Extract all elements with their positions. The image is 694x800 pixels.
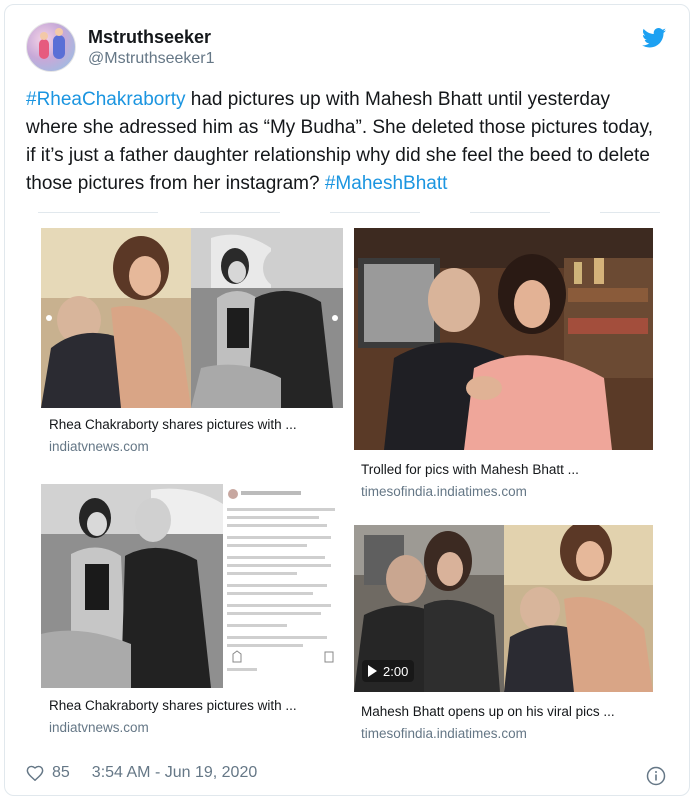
divider	[330, 212, 420, 213]
video-duration: 2:00	[383, 663, 409, 679]
media-card-4[interactable]: 2:00	[354, 525, 653, 692]
divider	[200, 212, 280, 213]
photo-image	[354, 228, 653, 450]
media-title[interactable]: Mahesh Bhatt opens up on his viral pics …	[361, 704, 615, 719]
like-count[interactable]: 85	[52, 764, 70, 782]
hashtag-link[interactable]: #MaheshBhatt	[325, 173, 448, 194]
timestamp[interactable]: 3:54 AM - Jun 19, 2020	[92, 764, 257, 782]
hashtag-link[interactable]: #RheaChakraborty	[26, 89, 185, 110]
tweet-text: #RheaChakraborty had pictures up with Ma…	[26, 86, 666, 198]
media-title[interactable]: Trolled for pics with Mahesh Bhatt ...	[361, 462, 579, 477]
info-icon[interactable]	[646, 766, 666, 786]
play-icon	[368, 665, 377, 677]
media-card-2[interactable]	[354, 228, 653, 450]
user-name[interactable]: Mstruthseeker	[88, 27, 211, 48]
divider	[600, 212, 660, 213]
tweet-footer: 85 3:54 AM - Jun 19, 2020	[26, 764, 257, 782]
media-title[interactable]: Rhea Chakraborty shares pictures with ..…	[49, 698, 297, 713]
avatar[interactable]	[26, 22, 76, 72]
user-handle[interactable]: @Mstruthseeker1	[88, 50, 215, 68]
media-source[interactable]: timesofindia.indiatimes.com	[361, 726, 527, 741]
photo-image	[41, 484, 343, 688]
media-card-1[interactable]	[41, 228, 343, 408]
video-duration-badge[interactable]: 2:00	[362, 660, 415, 682]
media-card-3[interactable]	[41, 484, 343, 688]
media-source[interactable]: indiatvnews.com	[49, 720, 149, 735]
twitter-bird-icon[interactable]	[642, 28, 666, 48]
photo-image	[41, 228, 343, 408]
media-title[interactable]: Rhea Chakraborty shares pictures with ..…	[49, 417, 297, 432]
divider	[38, 212, 158, 213]
media-source[interactable]: indiatvnews.com	[49, 439, 149, 454]
media-source[interactable]: timesofindia.indiatimes.com	[361, 484, 527, 499]
divider	[470, 212, 550, 213]
heart-icon[interactable]	[26, 765, 44, 781]
